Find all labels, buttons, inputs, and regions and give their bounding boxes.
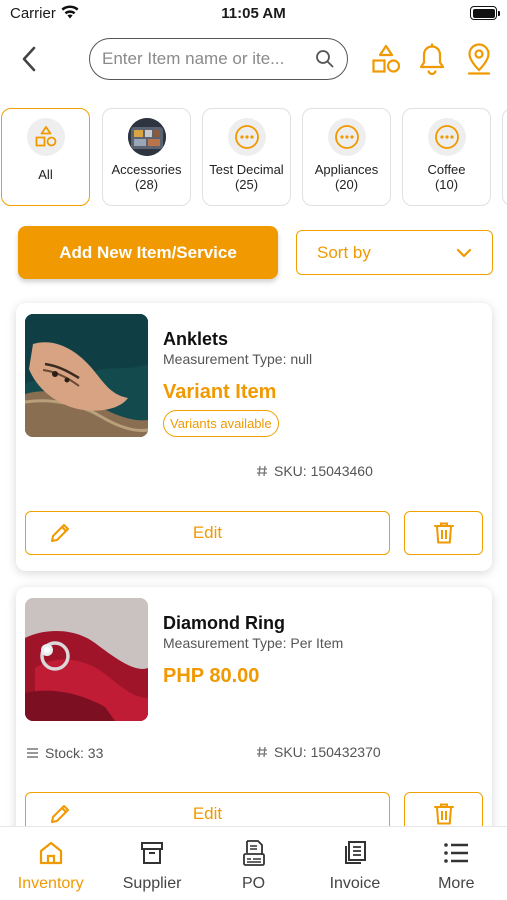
- nav-label: Inventory: [17, 875, 84, 892]
- item-name: Anklets: [163, 329, 229, 349]
- nav-label: Invoice: [329, 875, 381, 892]
- item-price: Variant Item: [163, 381, 277, 403]
- category-label: Test Decimal: [209, 162, 284, 177]
- category-accessories[interactable]: Accessories (28): [102, 108, 191, 206]
- nav-label: PO: [241, 875, 266, 892]
- status-bar: Carrier 11:05 AM: [0, 0, 507, 28]
- category-next-partial[interactable]: [502, 108, 507, 206]
- add-item-button[interactable]: Add New Item/Service: [18, 226, 278, 279]
- nav-label: More: [438, 875, 475, 892]
- location-button[interactable]: [462, 42, 496, 76]
- category-count: (20): [334, 177, 359, 192]
- item-sku: SKU: 15043460: [256, 463, 373, 479]
- location-pin-icon: [467, 43, 491, 75]
- item-sku: SKU: 150432370: [256, 744, 381, 760]
- purchase-order-icon: [241, 839, 267, 867]
- categories-button[interactable]: [369, 42, 403, 76]
- category-label: All: [38, 167, 53, 182]
- bottom-nav: Inventory Supplier PO Invoice More: [0, 826, 507, 900]
- item-image: [25, 598, 148, 721]
- category-appliances[interactable]: Appliances (20): [302, 108, 391, 206]
- archive-box-icon: [139, 839, 165, 867]
- invoice-icon: [342, 839, 368, 867]
- nav-more[interactable]: More: [406, 827, 507, 900]
- category-label: Accessories: [111, 162, 182, 177]
- sort-label: Sort by: [317, 242, 371, 262]
- sku-text: SKU: 150432370: [274, 744, 381, 760]
- category-label: Appliances: [314, 162, 379, 177]
- hash-icon: [257, 465, 267, 477]
- item-price: PHP 80.00: [163, 665, 260, 687]
- clock: 11:05 AM: [221, 5, 286, 22]
- item-card[interactable]: Anklets Measurement Type: null Variant I…: [16, 303, 492, 571]
- more-dots-icon: [327, 118, 366, 156]
- trash-icon: [433, 522, 454, 544]
- sku-text: SKU: 15043460: [274, 463, 373, 479]
- item-card[interactable]: Diamond Ring Measurement Type: Per Item …: [16, 587, 492, 847]
- nav-invoice[interactable]: Invoice: [304, 827, 405, 900]
- bell-icon: [419, 43, 445, 75]
- category-count: (10): [434, 177, 459, 192]
- chevron-left-icon: [22, 46, 36, 72]
- top-bar: [0, 36, 507, 84]
- stock-text: Stock: 33: [45, 745, 104, 761]
- nav-po[interactable]: PO: [203, 827, 304, 900]
- item-stock: Stock: 33: [26, 745, 103, 761]
- item-measurement-type: Measurement Type: Per Item: [163, 635, 344, 651]
- nav-inventory[interactable]: Inventory: [0, 827, 101, 900]
- category-coffee[interactable]: Coffee (10): [402, 108, 491, 206]
- search-icon[interactable]: [315, 49, 335, 69]
- nav-label: Supplier: [122, 875, 182, 892]
- item-image: [25, 314, 148, 437]
- nav-supplier[interactable]: Supplier: [101, 827, 202, 900]
- category-count: (28): [134, 177, 159, 192]
- notifications-button[interactable]: [415, 42, 449, 76]
- edit-button[interactable]: Edit: [25, 511, 390, 555]
- accessories-thumbnail: [127, 118, 166, 156]
- pencil-icon: [51, 524, 69, 542]
- menu-list-icon: [443, 839, 469, 867]
- category-filter-row: All Accessories (28) Test Decimal (25) A…: [0, 108, 507, 208]
- shapes-icon: [26, 118, 65, 156]
- more-dots-icon: [227, 118, 266, 156]
- chevron-down-icon: [456, 248, 472, 257]
- item-measurement-type: Measurement Type: null: [163, 351, 313, 367]
- sort-dropdown[interactable]: Sort by: [296, 230, 493, 275]
- edit-label: Edit: [192, 804, 223, 823]
- item-name: Diamond Ring: [163, 613, 285, 633]
- edit-label: Edit: [192, 523, 223, 542]
- delete-button[interactable]: [404, 511, 483, 555]
- variants-badge: Variants available: [163, 410, 279, 437]
- category-test-decimal[interactable]: Test Decimal (25): [202, 108, 291, 206]
- category-count: (25): [234, 177, 259, 192]
- trash-icon: [433, 803, 454, 825]
- stock-list-icon: [27, 748, 38, 758]
- hash-icon: [257, 746, 267, 758]
- category-all[interactable]: All: [1, 108, 90, 206]
- back-button[interactable]: [16, 44, 42, 74]
- pencil-icon: [51, 805, 69, 823]
- shapes-icon: [372, 44, 401, 73]
- more-dots-icon: [427, 118, 466, 156]
- battery-icon: [470, 6, 500, 20]
- search-input[interactable]: [102, 49, 315, 69]
- search-box[interactable]: [89, 38, 348, 80]
- home-icon: [38, 839, 64, 867]
- category-label: Coffee: [427, 162, 466, 177]
